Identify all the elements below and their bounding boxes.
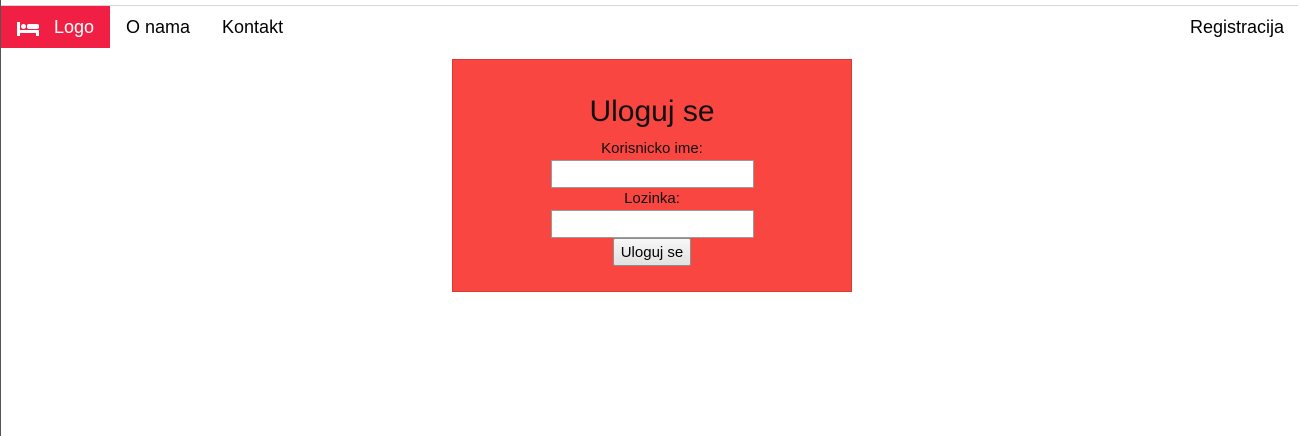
login-title: Uloguj se — [589, 95, 715, 128]
username-label: Korisnicko ime: — [601, 140, 703, 157]
page: Logo O nama Kontakt Registracija Uloguj … — [0, 0, 1298, 436]
login-form: Uloguj se Korisnicko ime: Lozinka: Ulogu… — [452, 59, 852, 292]
login-button[interactable]: Uloguj se — [612, 238, 692, 266]
nav-link-o-nama[interactable]: O nama — [110, 6, 206, 48]
nav-link-registracija[interactable]: Registracija — [1174, 6, 1298, 48]
password-input[interactable] — [550, 210, 754, 238]
navbar: Logo O nama Kontakt Registracija — [1, 6, 1298, 48]
nav-link-kontakt[interactable]: Kontakt — [206, 6, 299, 48]
logo-label: Logo — [54, 16, 95, 37]
logo-link[interactable]: Logo — [1, 6, 110, 48]
username-input[interactable] — [550, 160, 754, 188]
bed-icon — [17, 20, 39, 36]
password-label: Lozinka: — [624, 190, 680, 207]
